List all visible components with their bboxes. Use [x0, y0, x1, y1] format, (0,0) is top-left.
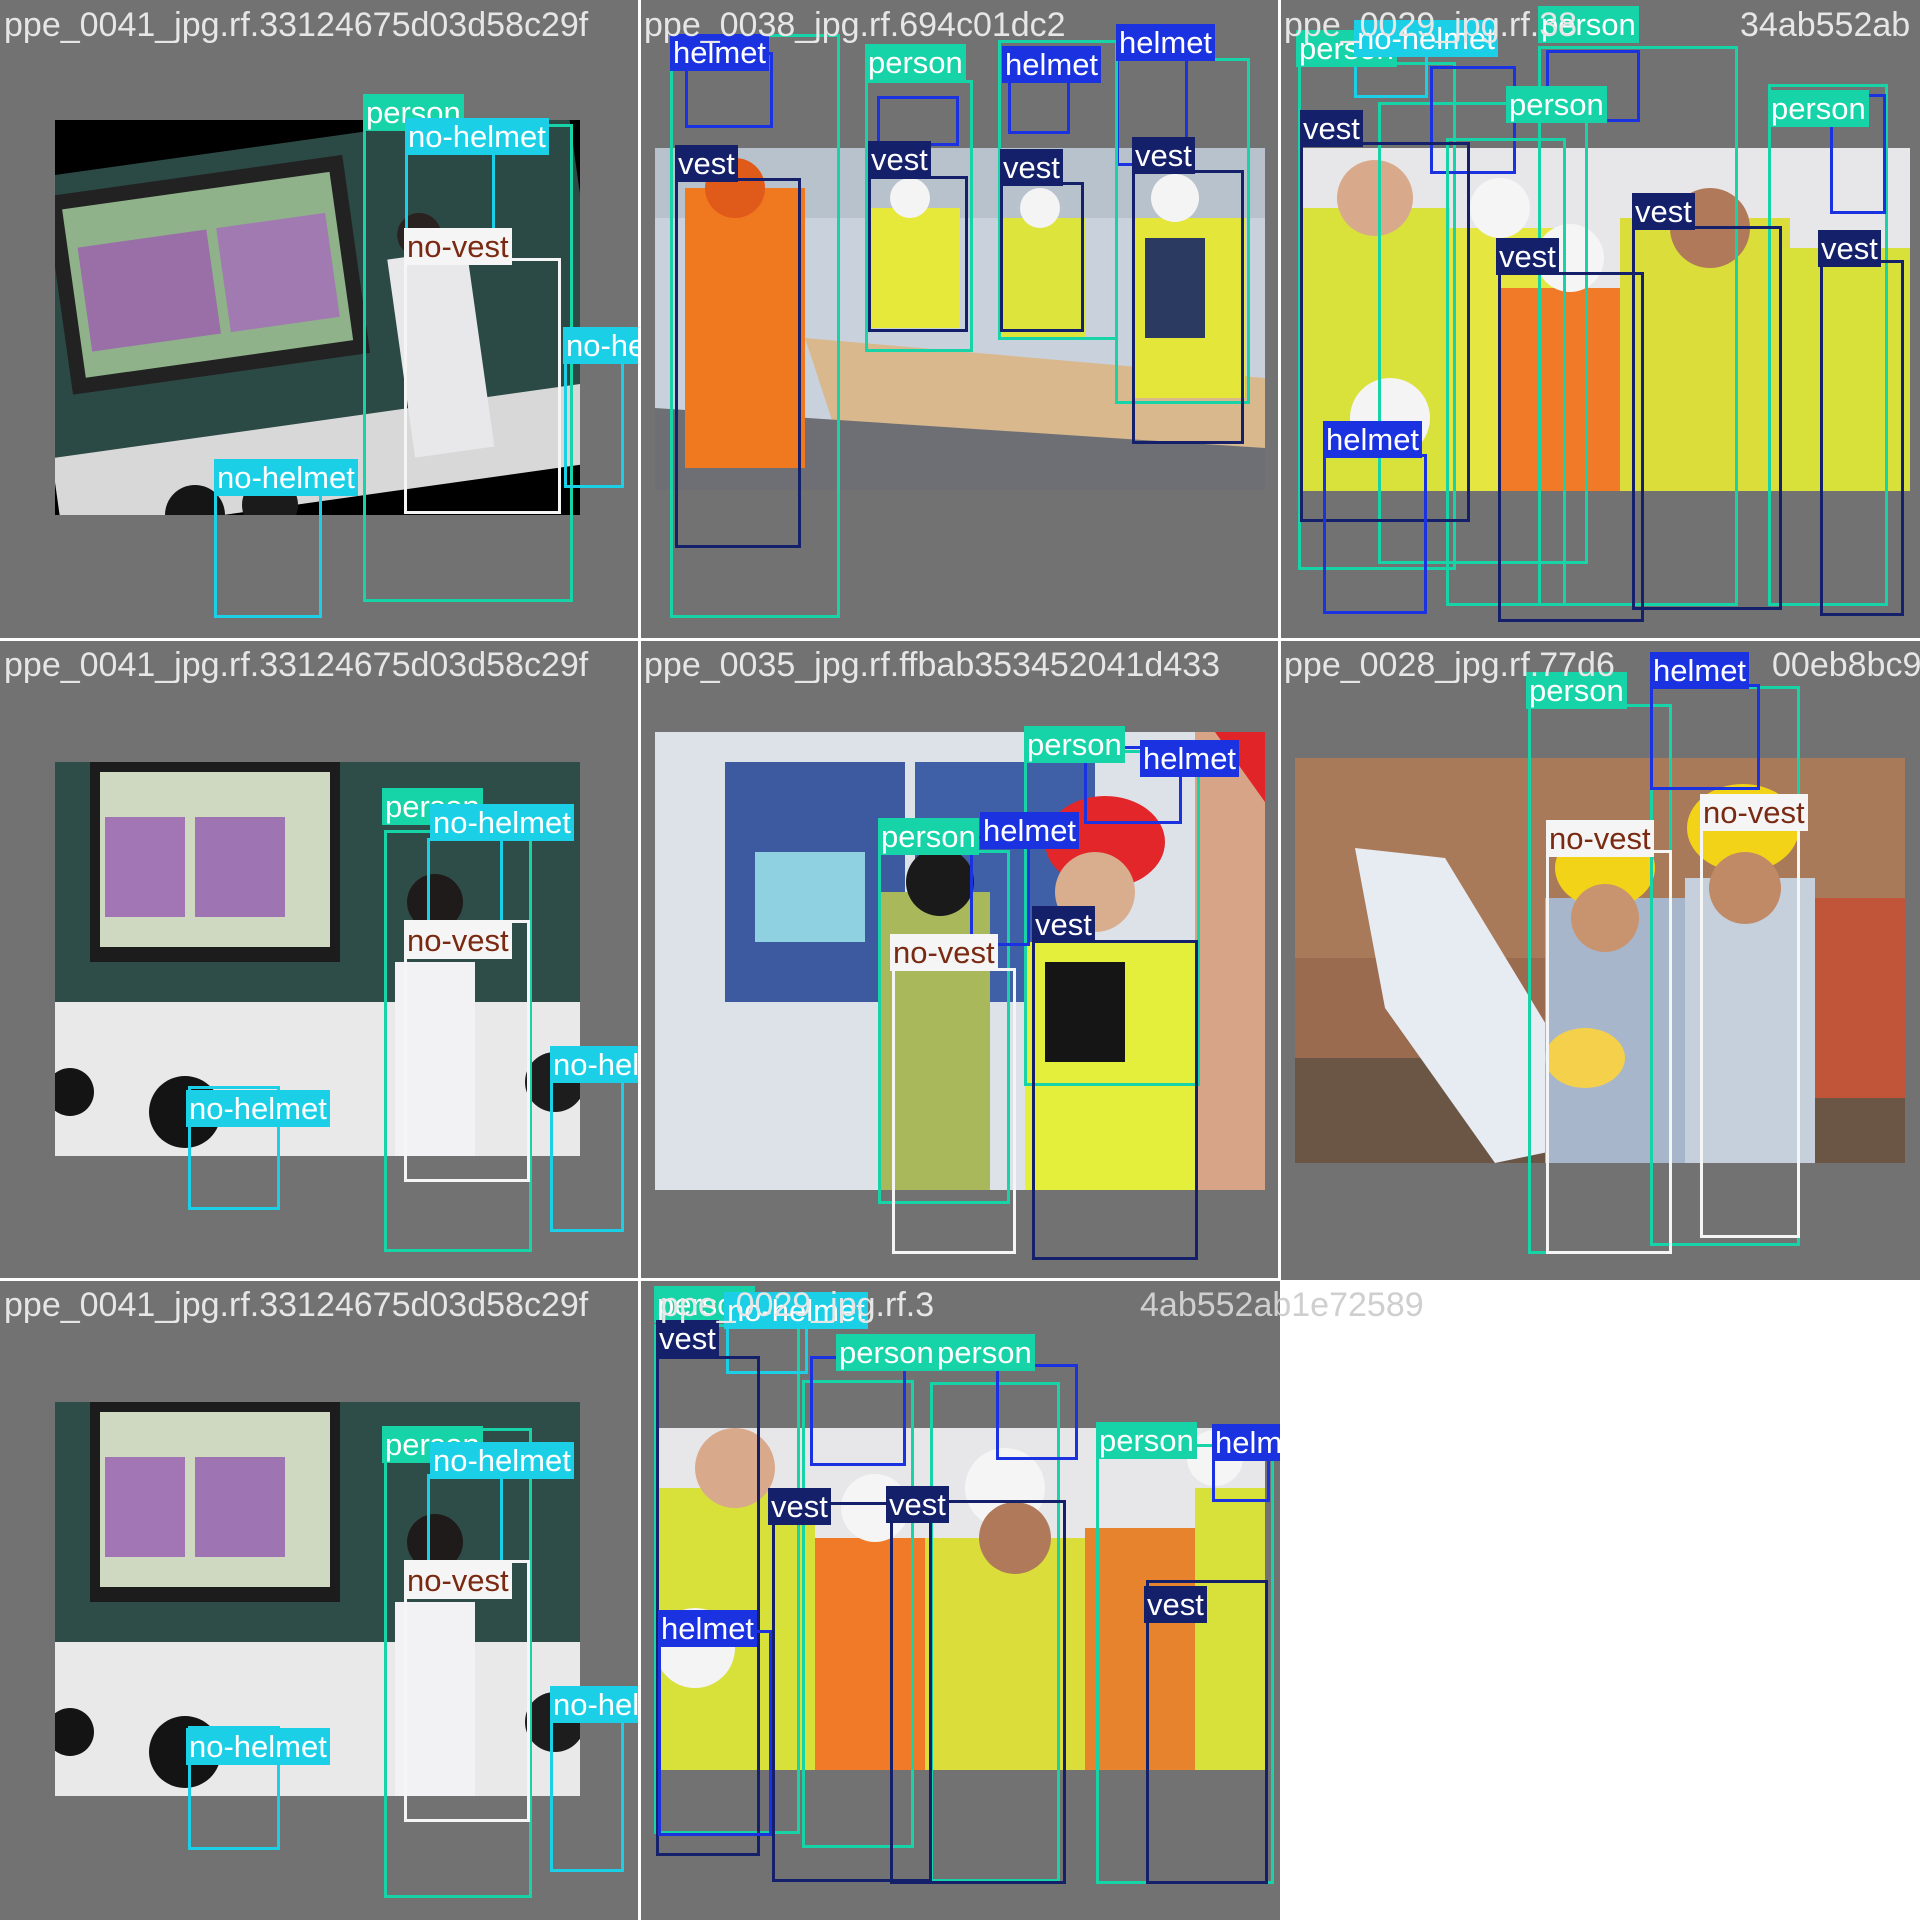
helmet-label: helmet [1116, 24, 1216, 61]
helmet-box [1008, 80, 1070, 134]
vest-label: vest [768, 1488, 831, 1525]
vest-box [868, 176, 968, 332]
vest-label: vest [1496, 238, 1559, 275]
helmet-box [1323, 454, 1427, 614]
mosaic-cell-6: ppe_0028_jpg.rf.77d6 person helmet no-ve… [1280, 640, 1920, 1280]
helmet-label: helmet [980, 812, 1080, 849]
mosaic-cell-7: ppe_0041_jpg.rf.33124675d03d58c29f perso… [0, 1280, 640, 1920]
mosaic-cell-3: ppe_0029_jpg.rf.38 person no-helmet pers… [1280, 0, 1920, 640]
vest-label: vest [1132, 137, 1195, 174]
vest-box [675, 178, 801, 548]
vest-label: vest [868, 141, 931, 178]
vest-box [1820, 260, 1904, 616]
no-helmet-box [564, 358, 624, 488]
vest-box [1498, 272, 1644, 622]
helmet-box [1650, 684, 1760, 790]
helmet-label: helmet [658, 1610, 758, 1647]
helmet-box [996, 1364, 1078, 1460]
image-filename: ppe_0041_jpg.rf.33124675d03d58c29f [4, 646, 589, 684]
no-vest-label: no-vest [1546, 820, 1654, 857]
no-helmet-label: no-helmet [430, 1442, 574, 1479]
no-helmet-label: no-helmet [405, 118, 549, 155]
helmet-label: helmet [1323, 421, 1423, 458]
person-label: person [836, 1334, 937, 1371]
mosaic-cell-2: ppe_0038_jpg.rf.694c01dc2 helmet person … [640, 0, 1280, 640]
image-filename: ppe_0041_jpg.rf.33124675d03d58c29f [4, 1286, 589, 1324]
no-vest-label: no-vest [404, 1562, 512, 1599]
image-filename: ppe_0035_jpg.rf.ffbab353452041d433 [644, 646, 1221, 684]
helmet-label: helmet [1212, 1424, 1280, 1461]
helmet-box [810, 1356, 906, 1466]
image-filename: ppe_0038_jpg.rf.694c01dc2 [644, 6, 1066, 44]
image-filename: ppe_0028_jpg.rf.77d6 [1284, 646, 1615, 684]
helmet-box [877, 96, 959, 146]
vest-label: vest [886, 1486, 949, 1523]
no-vest-box [404, 920, 530, 1182]
no-helmet-label: no-helmet [550, 1046, 640, 1083]
mosaic-cell-8: person no-helmet vest person person vest… [640, 1280, 1280, 1920]
vest-box [1132, 170, 1244, 444]
person-label: person [1768, 90, 1869, 127]
vest-label: vest [675, 145, 738, 182]
vest-label: vest [1032, 906, 1095, 943]
image-filename-overflow: 00eb8bc9 [1772, 646, 1920, 684]
image-filename-overflow: 4ab552ab1e72589 [1140, 1286, 1424, 1324]
grid-divider [0, 638, 1920, 641]
person-label: person [1024, 726, 1125, 763]
no-helmet-label: no-helmet [186, 1728, 330, 1765]
no-helmet-box [550, 1078, 624, 1232]
no-vest-box [1546, 850, 1672, 1254]
no-vest-label: no-vest [404, 922, 512, 959]
helmet-label: helmet [1650, 652, 1750, 689]
no-vest-label: no-vest [1700, 794, 1808, 831]
no-helmet-box [214, 492, 322, 618]
no-helmet-label: no-helmet [214, 459, 358, 496]
no-helmet-label: no-helmet [550, 1686, 640, 1723]
vest-label: vest [1632, 193, 1695, 230]
image-filename: ppe_0029_jpg.rf.38 [1284, 6, 1578, 44]
person-label: person [1096, 1422, 1197, 1459]
grid-divider [0, 1278, 1280, 1281]
person-label: person [865, 44, 966, 81]
image-filename: ppe_0029_jpg.rf.3 [660, 1286, 935, 1324]
vest-box [890, 1500, 1066, 1884]
no-helmet-box [427, 1474, 503, 1574]
no-vest-box [1700, 824, 1800, 1238]
helmet-box [658, 1630, 772, 1836]
person-label: person [1506, 86, 1607, 123]
mosaic-cell-4: ppe_0041_jpg.rf.33124675d03d58c29f perso… [0, 640, 640, 1280]
grid-divider [638, 0, 641, 1920]
person-label: person [878, 818, 979, 855]
no-vest-box [404, 1560, 530, 1822]
vest-label: vest [656, 1320, 719, 1357]
vest-box [1632, 226, 1782, 610]
vest-box [1146, 1580, 1268, 1884]
mosaic-cell-5: ppe_0035_jpg.rf.ffbab353452041d433 helme… [640, 640, 1280, 1280]
no-vest-label: no-vest [404, 228, 512, 265]
person-label: person [934, 1334, 1035, 1371]
helmet-box [970, 836, 1030, 946]
mosaic-cell-1: ppe_0041_jpg.rf.33124675d03d58c29f perso… [0, 0, 640, 640]
no-vest-box [404, 258, 561, 514]
helmet-label: helmet [1140, 740, 1240, 777]
vest-box [1032, 940, 1198, 1260]
no-helmet-label: no-helmet [430, 804, 574, 841]
no-helmet-box [550, 1718, 624, 1872]
no-helmet-label: no-helmet [563, 327, 640, 364]
helmet-label: helmet [1002, 46, 1102, 83]
vest-label: vest [1144, 1586, 1207, 1623]
no-helmet-label: no-helmet [186, 1090, 330, 1127]
vest-label: vest [1300, 110, 1363, 147]
vest-label: vest [1000, 149, 1063, 186]
image-filename: ppe_0041_jpg.rf.33124675d03d58c29f [4, 6, 589, 44]
image-filename-overflow: 34ab552ab [1740, 6, 1911, 44]
no-vest-label: no-vest [890, 934, 998, 971]
vest-label: vest [1818, 230, 1881, 267]
vest-box [1000, 182, 1084, 332]
no-vest-box [892, 968, 1016, 1254]
